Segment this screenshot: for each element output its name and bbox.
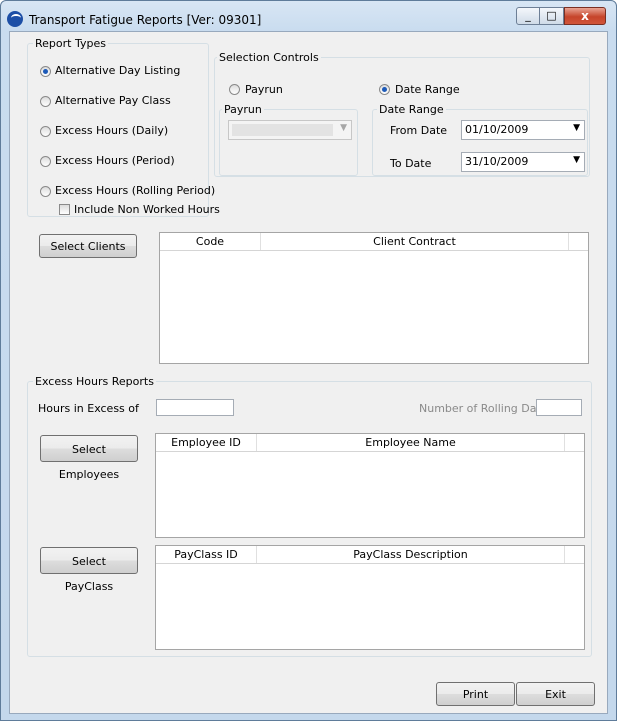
hours-in-excess-label: Hours in Excess of bbox=[38, 402, 139, 415]
radio-excess-hours-period[interactable] bbox=[40, 156, 51, 167]
payrun-group: Payrun ▼ bbox=[219, 103, 358, 176]
column-spacer bbox=[569, 233, 588, 250]
report-types-group: Report Types Alternative Day Listing Alt… bbox=[27, 37, 220, 217]
from-date-label: From Date bbox=[390, 124, 448, 137]
payclass-list[interactable]: PayClass ID PayClass Description bbox=[155, 545, 585, 650]
radio-label-date-range: Date Range bbox=[395, 83, 460, 96]
chevron-down-icon: ▼ bbox=[340, 123, 347, 133]
app-logo-icon bbox=[7, 11, 23, 27]
employees-list-header: Employee ID Employee Name bbox=[156, 434, 584, 452]
selection-controls-legend: Selection Controls bbox=[217, 51, 321, 64]
title-bar[interactable]: Transport Fatigue Reports [Ver: 09301] _… bbox=[1, 1, 616, 31]
dialog-body: Report Types Alternative Day Listing Alt… bbox=[9, 31, 608, 714]
include-non-worked-checkbox[interactable] bbox=[59, 204, 70, 215]
app-window: Transport Fatigue Reports [Ver: 09301] _… bbox=[0, 0, 617, 721]
radio-label-alternative-day-listing: Alternative Day Listing bbox=[55, 64, 181, 77]
from-date-value: 01/10/2009 bbox=[465, 123, 529, 136]
hours-in-excess-input[interactable] bbox=[156, 399, 234, 416]
report-types-legend: Report Types bbox=[33, 37, 108, 50]
radio-label-excess-hours-daily: Excess Hours (Daily) bbox=[55, 124, 169, 137]
column-client-contract[interactable]: Client Contract bbox=[261, 233, 569, 250]
select-clients-button[interactable]: Select Clients bbox=[39, 234, 137, 258]
window-title: Transport Fatigue Reports [Ver: 09301] bbox=[29, 13, 262, 27]
column-employee-id[interactable]: Employee ID bbox=[156, 434, 257, 451]
print-button[interactable]: Print bbox=[436, 682, 515, 706]
maximize-icon: □ bbox=[546, 9, 557, 22]
column-employee-name[interactable]: Employee Name bbox=[257, 434, 565, 451]
date-range-legend: Date Range bbox=[377, 103, 446, 116]
close-button[interactable]: x bbox=[564, 7, 606, 25]
radio-date-range[interactable] bbox=[379, 84, 390, 95]
radio-label-payrun: Payrun bbox=[245, 83, 283, 96]
radio-alternative-day-listing[interactable] bbox=[40, 66, 51, 77]
rolling-days-input[interactable] bbox=[536, 399, 582, 416]
payclass-list-header: PayClass ID PayClass Description bbox=[156, 546, 584, 564]
column-code[interactable]: Code bbox=[160, 233, 261, 250]
selection-controls-group: Selection Controls Payrun Date Range Pay… bbox=[214, 51, 590, 177]
minimize-icon: _ bbox=[525, 9, 531, 22]
radio-payrun[interactable] bbox=[229, 84, 240, 95]
clients-list-header: Code Client Contract bbox=[160, 233, 588, 251]
minimize-button[interactable]: _ bbox=[516, 7, 540, 25]
column-payclass-description[interactable]: PayClass Description bbox=[257, 546, 565, 563]
radio-excess-hours-rolling[interactable] bbox=[40, 186, 51, 197]
select-payclass-button[interactable]: Select PayClass bbox=[40, 547, 138, 593]
date-range-group: Date Range From Date 01/10/2009 ▼ To Dat… bbox=[372, 103, 588, 176]
payrun-legend: Payrun bbox=[222, 103, 264, 116]
select-employees-button[interactable]: Select Employees bbox=[40, 435, 138, 481]
radio-label-alternative-pay-class: Alternative Pay Class bbox=[55, 94, 171, 107]
chevron-down-icon: ▼ bbox=[573, 155, 580, 165]
include-non-worked-label: Include Non Worked Hours bbox=[74, 203, 220, 216]
column-spacer bbox=[565, 434, 584, 451]
maximize-button[interactable]: □ bbox=[540, 7, 564, 25]
to-date-label: To Date bbox=[390, 157, 432, 170]
excess-hours-group: Excess Hours Reports Hours in Excess of … bbox=[27, 375, 592, 657]
to-date-value: 31/10/2009 bbox=[465, 155, 529, 168]
radio-excess-hours-daily[interactable] bbox=[40, 126, 51, 137]
excess-hours-legend: Excess Hours Reports bbox=[33, 375, 156, 388]
from-date-picker[interactable]: 01/10/2009 ▼ bbox=[461, 120, 585, 140]
employees-list[interactable]: Employee ID Employee Name bbox=[155, 433, 585, 538]
close-icon: x bbox=[581, 9, 589, 23]
radio-label-excess-hours-rolling: Excess Hours (Rolling Period) bbox=[55, 184, 216, 197]
chevron-down-icon: ▼ bbox=[573, 123, 580, 133]
clients-list[interactable]: Code Client Contract bbox=[159, 232, 589, 364]
column-payclass-id[interactable]: PayClass ID bbox=[156, 546, 257, 563]
radio-alternative-pay-class[interactable] bbox=[40, 96, 51, 107]
radio-label-excess-hours-period: Excess Hours (Period) bbox=[55, 154, 175, 167]
exit-button[interactable]: Exit bbox=[516, 682, 595, 706]
column-spacer bbox=[565, 546, 584, 563]
payrun-dropdown[interactable]: ▼ bbox=[228, 120, 352, 140]
to-date-picker[interactable]: 31/10/2009 ▼ bbox=[461, 152, 585, 172]
rolling-days-label: Number of Rolling Days bbox=[419, 402, 549, 415]
